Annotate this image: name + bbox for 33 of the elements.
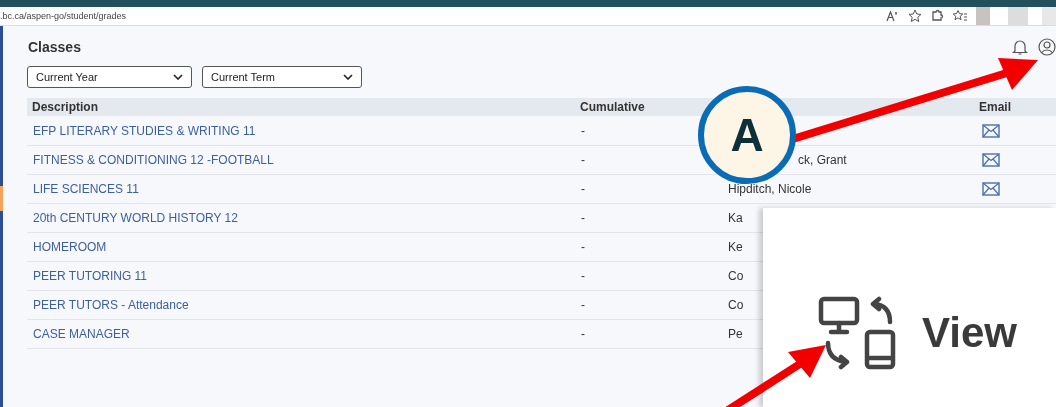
- class-link[interactable]: EFP LITERARY STUDIES & WRITING 11: [33, 124, 256, 138]
- table-cell: Co: [728, 269, 744, 283]
- column-header[interactable]: Cumulative: [580, 100, 645, 114]
- table-cell: -: [581, 153, 585, 167]
- table-cell: Ka: [728, 211, 743, 225]
- class-link[interactable]: FITNESS & CONDITIONING 12 -FOOTBALL: [33, 153, 274, 167]
- popup-title: View: [922, 308, 1017, 357]
- table-cell: -: [581, 182, 585, 196]
- page-title: Classes: [27, 39, 81, 55]
- term-dropdown[interactable]: Current Term: [202, 66, 362, 88]
- class-link[interactable]: PEER TUTORS - Attendance: [33, 298, 189, 312]
- class-link[interactable]: CASE MANAGER: [33, 327, 130, 341]
- callout-badge: A: [698, 86, 796, 184]
- table-cell: Hipditch, Nicole: [728, 182, 812, 196]
- table-cell: -: [581, 211, 585, 225]
- table-cell: -: [581, 298, 585, 312]
- class-link[interactable]: PEER TUTORING 11: [33, 269, 148, 283]
- table-cell: -: [581, 240, 585, 254]
- table-cell: Ke: [728, 240, 743, 254]
- column-header[interactable]: Email: [979, 100, 1011, 114]
- term-dropdown[interactable]: Current Year: [27, 66, 192, 88]
- column-header[interactable]: Description: [32, 100, 98, 114]
- table-cell: Co: [728, 298, 744, 312]
- class-link[interactable]: LIFE SCIENCES 11: [33, 182, 139, 196]
- url-text: .bc.ca/aspen-go/student/grades: [0, 11, 127, 21]
- table-cell: Pe: [728, 327, 743, 341]
- class-link[interactable]: HOMEROOM: [33, 240, 107, 254]
- address-bar[interactable]: .bc.ca/aspen-go/student/grades: [0, 7, 1056, 26]
- table-cell: ck, Grant: [798, 153, 847, 167]
- class-link[interactable]: 20th CENTURY WORLD HISTORY 12: [33, 211, 238, 225]
- table-cell: -: [581, 269, 585, 283]
- table-cell: -: [581, 124, 585, 138]
- table-cell: -: [581, 327, 585, 341]
